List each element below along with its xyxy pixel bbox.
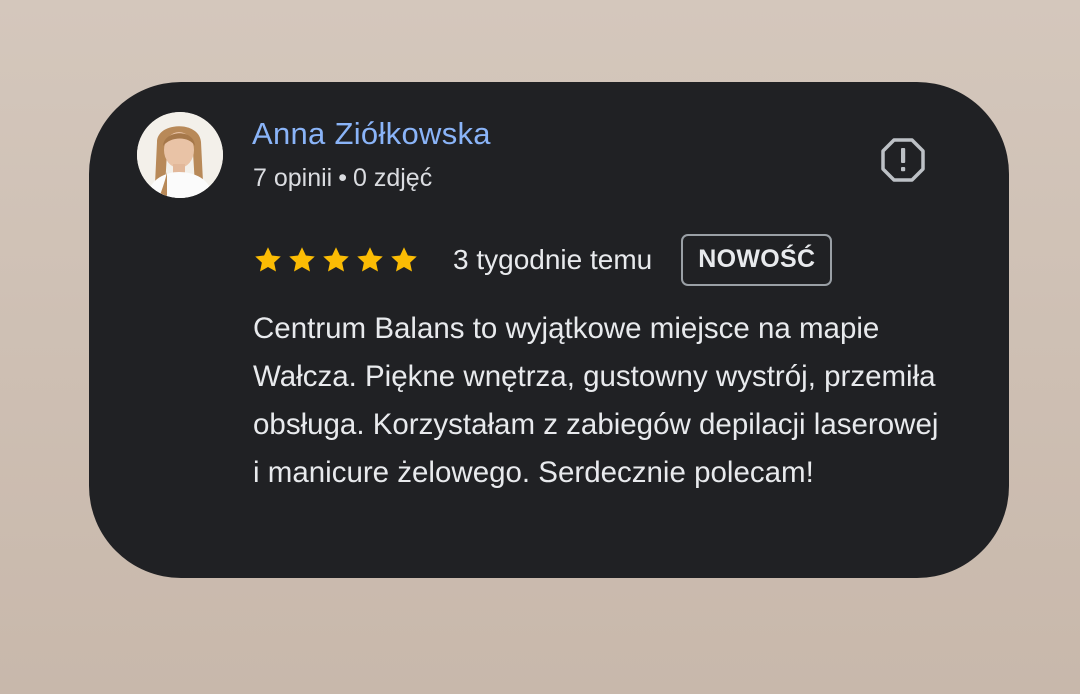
report-flag-icon[interactable] <box>880 137 926 183</box>
star-rating <box>253 245 423 275</box>
author-name[interactable]: Anna Ziółkowska <box>252 116 491 152</box>
new-badge: NOWOŚĆ <box>681 233 833 286</box>
avatar-photo <box>137 112 223 198</box>
author-meta: 7 opinii • 0 zdjęć <box>253 164 432 193</box>
star-icon <box>289 246 315 271</box>
review-time: 3 tygodnie temu <box>453 243 653 275</box>
review-text: Centrum Balans to wyjątkowe miejsce na m… <box>253 312 939 489</box>
meta-separator: • <box>338 164 347 192</box>
star-icon <box>391 246 417 271</box>
star-icon <box>357 246 383 271</box>
star-icon <box>323 246 349 271</box>
photos-count: 0 zdjęć <box>353 164 433 192</box>
rating-row: 3 tygodnie temu NOWOŚĆ <box>253 232 833 287</box>
star-icon <box>255 246 281 271</box>
review-card: Anna Ziółkowska 7 opinii • 0 zdjęć 3 tygod… <box>89 82 1009 578</box>
avatar[interactable] <box>137 112 223 198</box>
reviews-count: 7 opinii <box>253 164 333 192</box>
